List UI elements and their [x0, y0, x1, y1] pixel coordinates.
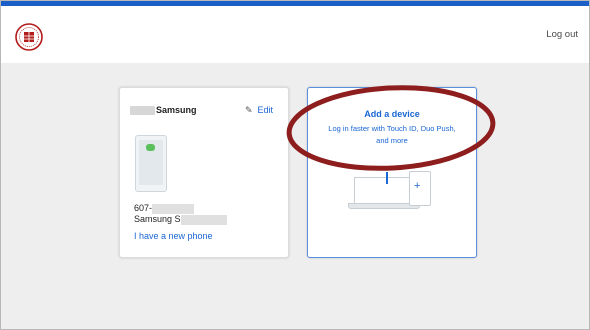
- plus-icon: +: [414, 180, 421, 192]
- edit-device-button[interactable]: ✎ Edit: [245, 105, 273, 116]
- redacted-model: [180, 214, 227, 225]
- phone-notification-dot: [146, 144, 155, 151]
- phone-model-prefix: Samsung S: [134, 214, 181, 224]
- browser-frame: Log out Samsung ✎ Edit 607- Samsung S I h…: [0, 0, 590, 330]
- add-device-subtitle: Log in faster with Touch ID, Duo Push, a…: [328, 123, 456, 147]
- pencil-icon: ✎: [244, 105, 253, 115]
- laptop-indicator: [386, 172, 388, 184]
- add-device-title[interactable]: Add a device: [308, 109, 476, 119]
- logout-link[interactable]: Log out: [546, 29, 578, 40]
- phone-model: Samsung S: [134, 214, 227, 225]
- redacted-name: [130, 106, 155, 116]
- phone-number-prefix: 607-: [134, 203, 153, 213]
- device-name: Samsung: [130, 105, 197, 116]
- university-seal-icon[interactable]: [15, 23, 43, 51]
- header: Log out: [1, 6, 589, 63]
- device-card: Samsung ✎ Edit 607- Samsung S I have a ne…: [119, 87, 289, 258]
- laptop-screen: [354, 177, 414, 204]
- add-device-subtitle-line1: Log in faster with Touch ID, Duo Push,: [328, 124, 456, 133]
- edit-label: Edit: [257, 105, 273, 115]
- phone-illustration: [135, 135, 167, 192]
- add-device-card[interactable]: Add a device Log in faster with Touch ID…: [307, 87, 477, 258]
- device-name-label: Samsung: [156, 105, 197, 115]
- new-phone-link[interactable]: I have a new phone: [134, 231, 213, 241]
- redacted-number: [152, 203, 195, 214]
- phone-number: 607-: [134, 203, 195, 214]
- add-device-subtitle-line2: and more: [376, 136, 408, 145]
